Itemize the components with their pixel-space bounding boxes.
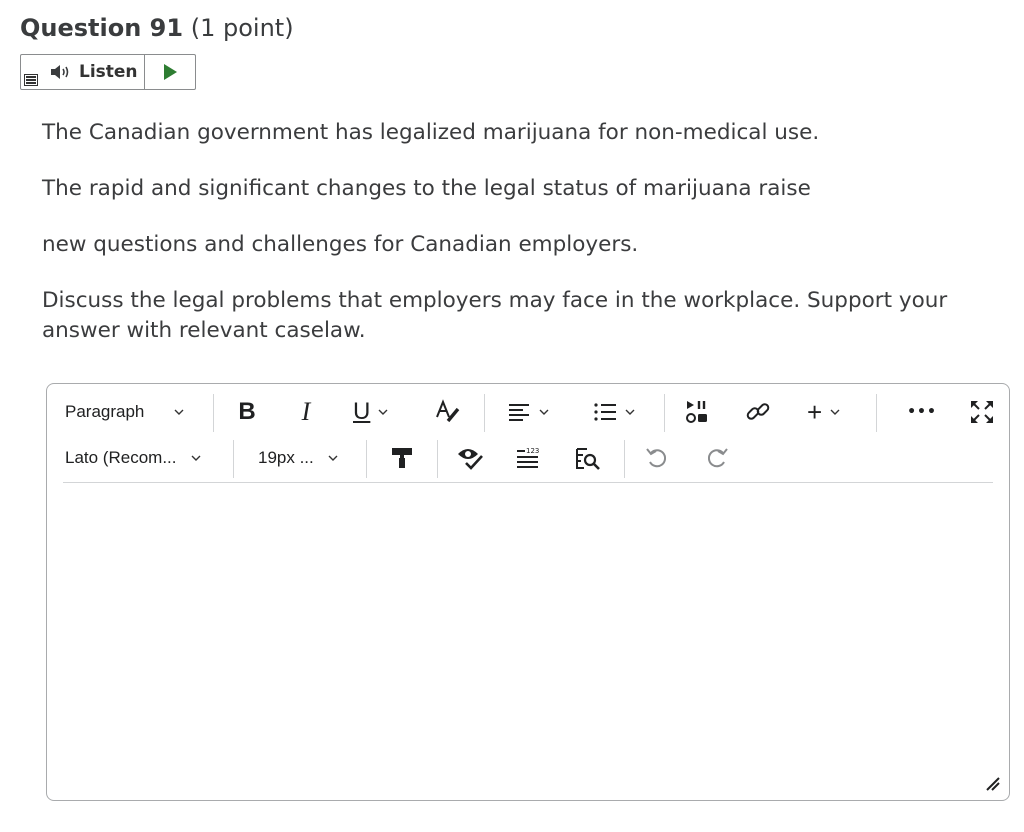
toolbar-divider — [366, 440, 367, 478]
question-header: Question 91 (1 point) — [20, 12, 294, 44]
undo-button[interactable] — [643, 440, 673, 476]
font-family-dropdown[interactable]: Lato (Recom... — [65, 440, 235, 476]
editor-content-area[interactable] — [63, 484, 993, 790]
undo-icon — [646, 448, 667, 468]
word-count-button[interactable]: 123 — [513, 440, 543, 476]
play-icon — [164, 64, 177, 80]
toolbar-divider — [484, 394, 485, 432]
question-number: Question 91 — [20, 14, 184, 42]
underline-label: U — [353, 398, 371, 425]
font-size-value: 19px ... — [258, 448, 314, 467]
word-count-icon: 123 — [517, 447, 539, 468]
more-options-button[interactable]: ••• — [905, 394, 939, 430]
redo-icon — [707, 448, 728, 468]
fullscreen-button[interactable] — [967, 394, 997, 430]
chevron-down-icon — [191, 455, 200, 461]
toolbar-divider — [233, 440, 234, 478]
question-points: (1 point) — [190, 14, 294, 42]
toolbar-divider — [664, 394, 665, 432]
font-family-value: Lato (Recom... — [65, 448, 177, 467]
chevron-down-icon — [378, 409, 388, 415]
chevron-down-icon — [174, 409, 184, 415]
underline-button[interactable]: U — [353, 394, 409, 430]
word-count-digits: 123 — [526, 447, 539, 455]
align-left-icon — [509, 404, 529, 421]
speaker-icon — [51, 65, 69, 79]
listen-toolbar: Listen — [20, 54, 196, 90]
accessibility-check-button[interactable] — [455, 440, 485, 476]
listen-label: Listen — [79, 62, 138, 82]
align-dropdown[interactable] — [507, 394, 563, 430]
accessibility-check-icon — [458, 449, 483, 470]
media-icon — [686, 401, 707, 423]
resize-grip-icon[interactable] — [983, 774, 1001, 792]
listen-menu-icon[interactable] — [24, 74, 38, 86]
paint-roller-icon — [392, 448, 412, 468]
question-paragraph-2: The rapid and significant changes to the… — [42, 176, 811, 201]
question-paragraph-3: new questions and challenges for Canadia… — [42, 232, 639, 257]
link-icon — [746, 403, 770, 420]
listen-button[interactable]: Listen — [21, 55, 145, 89]
find-replace-icon — [576, 448, 600, 470]
list-dropdown[interactable] — [593, 394, 649, 430]
toolbar-divider — [437, 440, 438, 478]
fullscreen-icon — [971, 401, 993, 423]
format-painter-button[interactable] — [387, 440, 417, 476]
font-size-dropdown[interactable]: 19px ... — [258, 440, 368, 476]
bulleted-list-icon — [594, 403, 616, 421]
redo-button[interactable] — [701, 440, 731, 476]
chevron-down-icon — [539, 409, 549, 415]
toolbar-divider — [624, 440, 625, 478]
question-paragraph-4: Discuss the legal problems that employer… — [42, 288, 948, 343]
chevron-down-icon — [830, 409, 840, 415]
insert-label: + — [807, 396, 823, 427]
insert-dropdown[interactable]: + — [807, 394, 859, 430]
toolbar-bottom-divider — [63, 482, 993, 483]
toolbar-divider — [876, 394, 877, 432]
italic-button[interactable]: I — [293, 394, 319, 430]
toolbar-divider — [213, 394, 214, 432]
chevron-down-icon — [328, 455, 338, 461]
text-color-icon — [436, 399, 460, 423]
block-format-dropdown[interactable]: Paragraph — [65, 394, 215, 430]
chevron-down-icon — [625, 409, 635, 415]
find-replace-button[interactable] — [573, 440, 603, 476]
block-format-value: Paragraph — [65, 402, 145, 421]
insert-link-button[interactable] — [743, 394, 773, 430]
rich-text-editor: Paragraph B I U + ••• Lato (Recom... 19p… — [46, 383, 1010, 801]
text-color-button[interactable] — [433, 394, 463, 430]
question-paragraph-1: The Canadian government has legalized ma… — [42, 120, 820, 145]
bold-button[interactable]: B — [233, 394, 261, 430]
play-button[interactable] — [145, 55, 195, 89]
insert-media-button[interactable] — [683, 394, 713, 430]
